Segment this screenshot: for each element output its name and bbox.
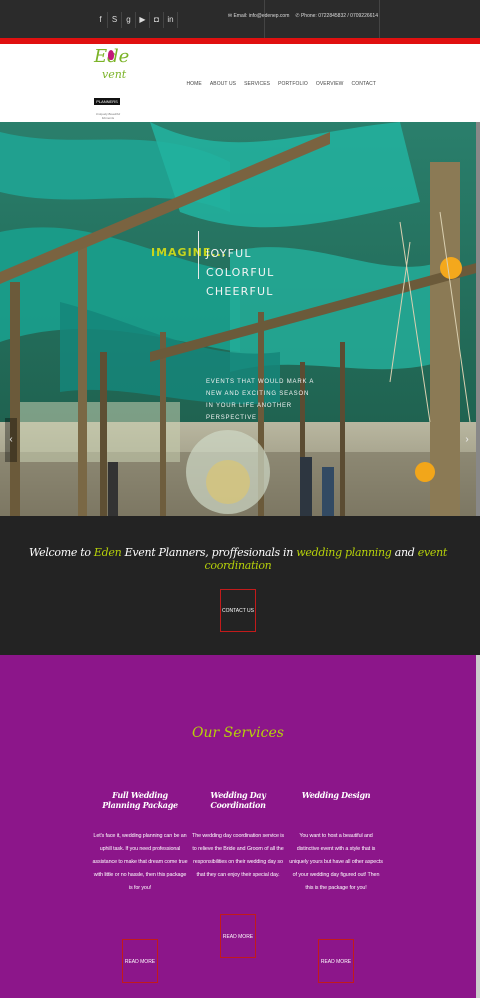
service-text: The wedding day coordination service is … [192, 833, 284, 878]
youtube-icon[interactable]: ▶ [136, 12, 150, 28]
hero-divider [198, 231, 199, 279]
welcome-text-part: Welcome to [29, 546, 94, 559]
nav-portfolio[interactable]: PORTFOLIO [278, 81, 308, 87]
logo-flower-icon [108, 50, 114, 60]
hero-slider-image: ‹ › [0, 122, 480, 516]
facebook-icon[interactable]: f [94, 12, 108, 28]
topbar-divider [379, 0, 380, 38]
services-title: Our Services [192, 725, 284, 741]
page-scrollbar-track[interactable] [476, 655, 480, 998]
nav-home[interactable]: HOME [186, 81, 201, 87]
contact-info: ✉ Email: info@edenep.com ✆ Phone: 072284… [228, 13, 378, 19]
service-card: Wedding Day Coordination The wedding day… [190, 790, 286, 882]
service-title: Wedding Design [301, 790, 371, 800]
service-text: You want to host a beautiful and distinc… [289, 833, 383, 891]
top-bar: f S g ▶ ◘ in ✉ Email: info@edenep.com ✆ … [0, 0, 480, 38]
skype-icon[interactable]: S [108, 12, 122, 28]
nav-contact[interactable]: CONTACT [352, 81, 377, 87]
google-plus-icon[interactable]: g [122, 12, 136, 28]
logo-tagline: Uniquely Beautiful Moments [95, 112, 121, 120]
read-more-button[interactable]: READ MORE [220, 914, 256, 958]
email-text[interactable]: ✉ Email: info@edenep.com [228, 13, 290, 19]
hero-description: EVENTS THAT WOULD MARK A NEW AND EXCITIN… [206, 379, 314, 421]
hero-word-cheerful: CHEERFUL [206, 285, 274, 298]
welcome-section: Welcome to Eden Event Planners, proffesi… [0, 516, 480, 655]
slider-prev-button[interactable]: ‹ [5, 418, 17, 462]
welcome-text-part: and [391, 546, 418, 559]
service-title: Wedding Day Coordination [210, 790, 266, 810]
hero-words: JOYFUL COLORFUL CHEERFUL [206, 244, 274, 301]
logo-text-event: vent [102, 68, 127, 81]
logo-text-planners: PLANNERS [94, 98, 120, 105]
welcome-heading: Welcome to Eden Event Planners, proffesi… [0, 546, 476, 572]
linkedin-icon[interactable]: in [164, 12, 178, 28]
read-more-button[interactable]: READ MORE [318, 939, 354, 983]
page-scrollbar[interactable] [476, 122, 480, 516]
service-title: Full Wedding Planning Package [102, 790, 178, 810]
phone-text: ✆ Phone: 0722845832 / 0709226614 [295, 13, 378, 19]
service-card: Full Wedding Planning Package Let's face… [92, 790, 188, 895]
site-header: Ede vent PLANNERS Uniquely Beautiful Mom… [0, 44, 480, 122]
nav-overview[interactable]: OVERVIEW [316, 81, 344, 87]
nav-services[interactable]: SERVICES [244, 81, 270, 87]
slider-next-button[interactable]: › [461, 418, 473, 462]
hero-word-joyful: JOYFUL [206, 247, 252, 260]
welcome-brand: Eden [93, 546, 122, 559]
services-section: Our Services Full Wedding Planning Packa… [0, 655, 476, 998]
service-card: Wedding Design You want to host a beauti… [288, 790, 384, 895]
logo[interactable]: Ede vent PLANNERS Uniquely Beautiful Mom… [94, 46, 129, 122]
topbar-divider [264, 0, 265, 38]
social-links: f S g ▶ ◘ in [94, 12, 178, 28]
hero-word-colorful: COLORFUL [206, 266, 275, 279]
welcome-text-part: Event Planners, proffesionals in [121, 546, 297, 559]
instagram-icon[interactable]: ◘ [150, 12, 164, 28]
service-text: Let's face it, wedding planning can be a… [92, 833, 188, 891]
read-more-button[interactable]: READ MORE [122, 939, 158, 983]
contact-us-button[interactable]: CONTACT US [220, 589, 256, 632]
welcome-highlight: wedding planning [296, 546, 392, 559]
hero-photo [0, 122, 480, 516]
nav-about-us[interactable]: ABOUT US [210, 81, 236, 87]
main-nav: HOME ABOUT US SERVICES PORTFOLIO OVERVIE… [186, 81, 376, 87]
